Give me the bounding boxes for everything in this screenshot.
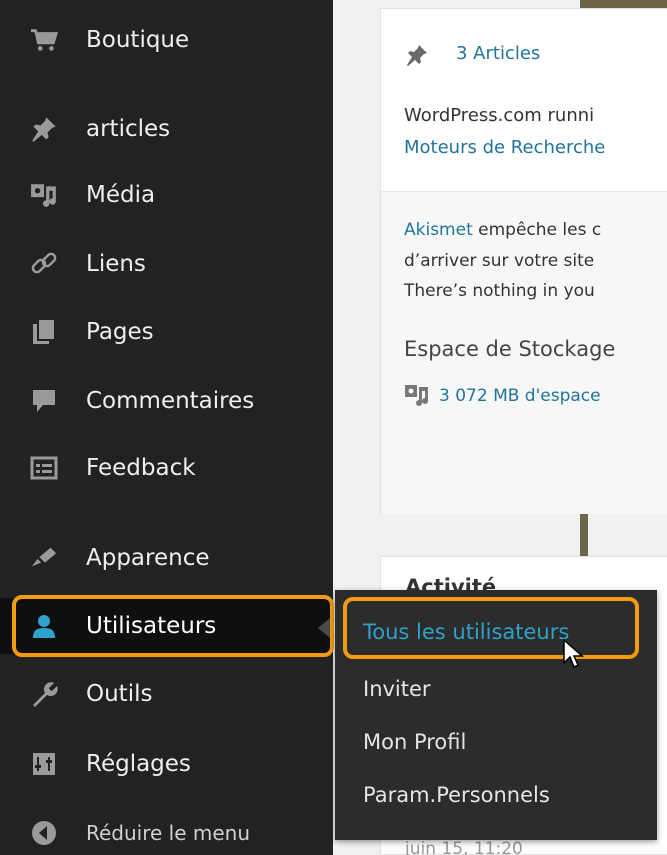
collapse-menu-button[interactable]: Réduire le menu	[0, 805, 333, 855]
widget-divider	[381, 191, 667, 192]
storage-space-link[interactable]: 3 072 MB d'espace	[439, 386, 601, 406]
sidebar-item-label: Réglages	[86, 751, 191, 777]
akismet-link[interactable]: Akismet	[404, 220, 473, 240]
media-icon	[30, 181, 58, 209]
sidebar-item-label: Média	[86, 182, 156, 208]
sidebar-item-reglages[interactable]: Réglages	[0, 736, 333, 792]
sidebar-item-liens[interactable]: Liens	[0, 236, 333, 292]
sidebar-item-media[interactable]: Média	[0, 167, 333, 223]
submenu-item-my-profile[interactable]: Mon Profil	[363, 730, 466, 754]
pin-icon	[405, 43, 429, 71]
submenu-item-personal-settings[interactable]: Param.Personnels	[363, 783, 550, 807]
akismet-line-1-text: empêche les c	[472, 220, 602, 240]
comment-icon	[30, 387, 58, 415]
settings-icon	[30, 750, 58, 778]
collapse-icon	[30, 819, 58, 847]
mouse-cursor-icon	[562, 638, 586, 674]
activity-date: juin 15, 11:20	[405, 839, 523, 855]
sidebar-item-label: Feedback	[86, 455, 196, 481]
wrench-icon	[30, 680, 58, 708]
sidebar-item-label: Réduire le menu	[86, 821, 251, 845]
sidebar-item-label: Outils	[86, 681, 153, 707]
sidebar-item-feedback[interactable]: Feedback	[0, 440, 333, 496]
media-icon	[404, 383, 430, 411]
sidebar-item-label: articles	[86, 116, 171, 142]
sidebar-item-label: Liens	[86, 251, 146, 277]
sidebar-item-label: Apparence	[86, 545, 210, 571]
storage-title: Espace de Stockage	[404, 337, 616, 361]
at-a-glance-widget: 3 Articles WordPress.com runni Moteurs d…	[380, 8, 667, 514]
submenu-item-invite[interactable]: Inviter	[363, 677, 431, 701]
sidebar-item-label: Commentaires	[86, 388, 255, 414]
sidebar-item-label: Boutique	[86, 27, 190, 53]
highlight-box-all-users	[343, 597, 639, 659]
sidebar-item-commentaires[interactable]: Commentaires	[0, 373, 333, 429]
search-engines-link[interactable]: Moteurs de Recherche	[404, 137, 605, 158]
link-icon	[30, 250, 58, 278]
feedback-icon	[30, 454, 58, 482]
wordpress-status-text: WordPress.com runni	[404, 105, 595, 126]
cart-icon	[30, 26, 58, 54]
appearance-icon	[30, 544, 58, 572]
sidebar-item-label: Pages	[86, 319, 154, 345]
akismet-line-2: d’arriver sur votre site	[404, 251, 595, 271]
akismet-line-3: There’s nothing in you	[404, 281, 595, 301]
sidebar-item-articles[interactable]: articles	[0, 101, 333, 157]
pin-icon	[30, 115, 58, 143]
sidebar-item-pages[interactable]: Pages	[0, 304, 333, 360]
pages-icon	[30, 318, 58, 346]
sidebar-item-outils[interactable]: Outils	[0, 666, 333, 722]
sidebar-item-boutique[interactable]: Boutique	[0, 12, 333, 68]
akismet-line-1: Akismet empêche les c	[404, 220, 601, 240]
sidebar-item-apparence[interactable]: Apparence	[0, 530, 333, 586]
admin-sidebar: Boutique articles Média Liens Pages Comm…	[0, 0, 333, 855]
highlight-box-users	[12, 595, 334, 657]
articles-count-link[interactable]: 3 Articles	[456, 43, 540, 64]
